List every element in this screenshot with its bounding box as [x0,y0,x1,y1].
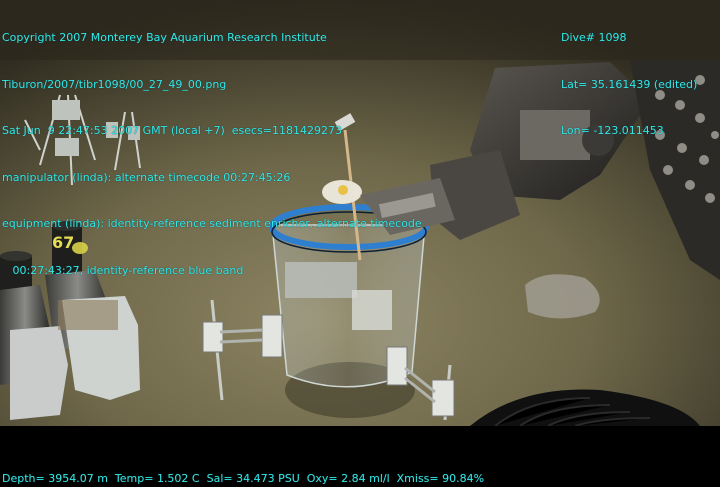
overlay-top-right: Dive# 1098 Lat= 35.161439 (edited) Lon= … [561,0,697,170]
overlay-manipulator-note: manipulator (linda): alternate timecode … [2,170,291,184]
video-frame: 67 Copyright 2007 Monterey Bay Aquarium … [0,0,720,486]
overlay-equipment-note-cont: 00:27:43:27, identity-reference blue ban… [2,263,244,277]
overlay-filename: Tiburon/2007/tibr1098/00_27_49_00.png [2,77,227,91]
overlay-dive-number: Dive# 1098 [561,31,627,44]
overlay-sensor-readout: Depth= 3954.07 m Temp= 1.502 C Sal= 34.4… [2,472,485,485]
overlay-equipment-note: equipment (linda): identity-reference se… [2,217,422,230]
overlay-copyright: Copyright 2007 Monterey Bay Aquarium Res… [2,31,327,44]
overlay-longitude: Lon= -123.011453 [561,124,664,137]
overlay-latitude: Lat= 35.161439 (edited) [561,77,698,91]
overlay-timestamp: Sat Jun 9 22:47:53 2007 GMT (local +7) e… [2,124,342,137]
rock [525,274,600,319]
overlay-top-left: Copyright 2007 Monterey Bay Aquarium Res… [2,0,422,309]
